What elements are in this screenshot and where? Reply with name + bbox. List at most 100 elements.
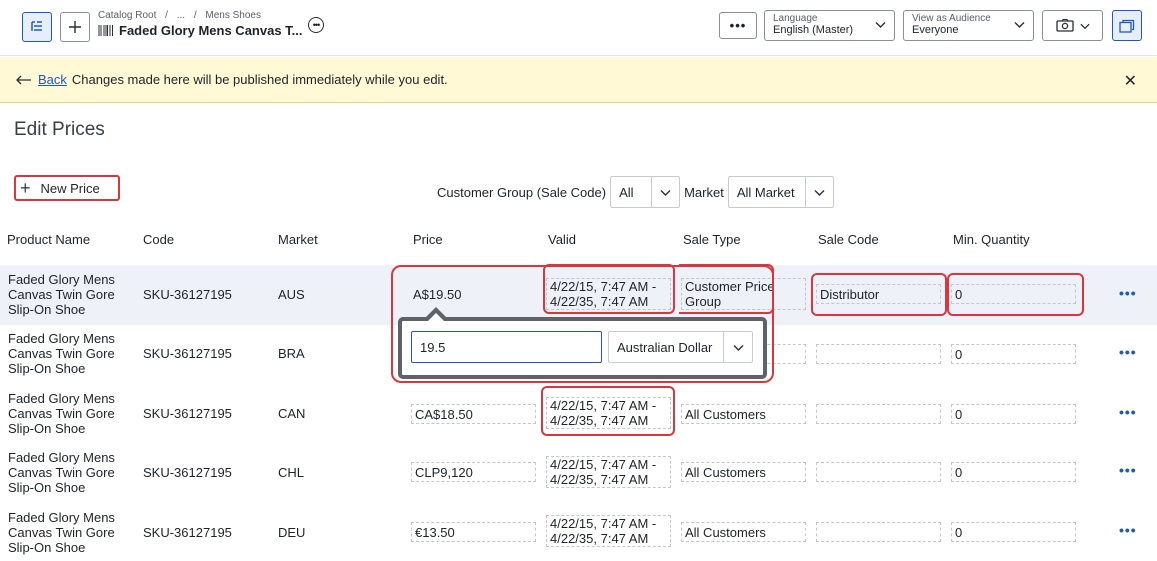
back-link[interactable]: Back [38, 72, 67, 87]
table-row[interactable]: Faded Glory Mens Canvas Twin Gore Slip-O… [0, 384, 1157, 444]
column-header-price[interactable]: Price [413, 232, 443, 247]
close-icon[interactable]: ✕ [1124, 71, 1137, 91]
price-field[interactable]: CLP9,120 [411, 462, 536, 482]
chevron-down-icon [875, 22, 886, 28]
product-name: Faded Glory Mens Canvas Twin Gore Slip-O… [8, 510, 115, 555]
sale-code-field[interactable]: Distributor [816, 284, 941, 304]
copy-button[interactable] [1112, 10, 1142, 41]
top-header: Catalog Root / ... / Mens Shoes Faded Gl… [0, 0, 1157, 56]
market-label: Market [684, 184, 724, 200]
sale-type-field[interactable]: All Customers [681, 404, 806, 424]
column-header-market[interactable]: Market [278, 232, 318, 247]
product-name: Faded Glory Mens Canvas Twin Gore Slip-O… [8, 450, 115, 495]
currency-value: Australian Dollar [617, 339, 713, 355]
valid-from: 4/22/15, 7:47 AM - [550, 516, 657, 531]
min-quantity-field[interactable]: 0 [951, 462, 1076, 482]
valid-from: 4/22/15, 7:47 AM - [550, 398, 657, 413]
valid-range-field[interactable]: 4/22/15, 7:47 AM - 4/22/35, 7:47 AM [546, 456, 671, 488]
publish-warning-banner: Back Changes made here will be published… [0, 57, 1157, 103]
valid-to: 4/22/35, 7:47 AM [550, 413, 649, 428]
market-code: AUS [278, 287, 305, 302]
column-header-product-name[interactable]: Product Name [7, 232, 90, 247]
column-header-valid[interactable]: Valid [548, 232, 576, 247]
language-select[interactable]: Language English (Master) [764, 10, 895, 41]
min-quantity-field[interactable]: 0 [951, 344, 1076, 364]
min-quantity-field[interactable]: 0 [951, 404, 1076, 424]
preview-button[interactable] [1042, 10, 1103, 41]
table-row[interactable]: Faded Glory Mens Canvas Twin Gore Slip-O… [0, 503, 1157, 561]
more-actions-button[interactable]: ••• [719, 12, 757, 39]
new-price-label: New Price [40, 180, 100, 196]
chevron-down-icon [723, 332, 752, 362]
column-header-min-quantity[interactable]: Min. Quantity [953, 232, 1030, 247]
market-select[interactable]: All Market [727, 176, 834, 208]
valid-to: 4/22/35, 7:47 AM [550, 294, 649, 309]
product-code: SKU-36127195 [143, 406, 232, 421]
price-edit-popover: Australian Dollar [398, 307, 767, 379]
min-quantity-field[interactable]: 0 [951, 284, 1076, 304]
add-button[interactable] [60, 12, 90, 42]
barcode-icon [98, 25, 113, 36]
table-row[interactable]: Faded Glory Mens Canvas Twin Gore Slip-O… [0, 265, 1157, 325]
row-menu-icon[interactable]: ••• [1119, 522, 1137, 538]
chevron-down-icon [651, 177, 679, 207]
sale-type-field[interactable]: Customer Price Group [681, 278, 806, 310]
customer-group-select[interactable]: All [610, 176, 681, 208]
market-code: CAN [278, 406, 306, 421]
new-price-button[interactable]: + New Price [14, 175, 120, 201]
sale-code-field[interactable] [816, 462, 941, 482]
breadcrumb-sep: / [165, 10, 168, 21]
price-field[interactable]: CA$18.50 [411, 404, 536, 424]
price-value[interactable]: A$19.50 [413, 287, 461, 302]
row-menu-icon[interactable]: ••• [1119, 285, 1137, 301]
market-value: All Market [736, 184, 795, 200]
row-menu-icon[interactable]: ••• [1119, 344, 1137, 360]
sale-type-field[interactable]: All Customers [681, 462, 806, 482]
row-menu-icon[interactable]: ••• [1119, 462, 1137, 478]
sale-code-field[interactable] [816, 404, 941, 424]
product-code: SKU-36127195 [143, 525, 232, 540]
market-code: DEU [278, 525, 306, 540]
market-code: CHL [278, 465, 305, 480]
column-header-sale-type[interactable]: Sale Type [683, 232, 741, 247]
valid-range-field[interactable]: 4/22/15, 7:47 AM - 4/22/35, 7:47 AM [546, 397, 671, 429]
language-label: Language [773, 13, 818, 24]
product-code: SKU-36127195 [143, 465, 232, 480]
product-more-icon[interactable]: ••• [308, 17, 324, 33]
min-quantity-field[interactable]: 0 [951, 522, 1076, 542]
audience-value: Everyone [912, 24, 959, 36]
banner-message: Changes made here will be published imme… [71, 72, 448, 87]
product-code: SKU-36127195 [143, 287, 232, 302]
table-row[interactable]: Faded Glory Mens Canvas Twin Gore Slip-O… [0, 443, 1157, 503]
price-field[interactable]: €13.50 [411, 522, 536, 542]
column-header-sale-code[interactable]: Sale Code [818, 232, 879, 247]
breadcrumb-catalog-root[interactable]: Catalog Root [98, 10, 156, 21]
sale-code-field[interactable] [816, 522, 941, 542]
tree-view-button[interactable] [22, 12, 52, 42]
language-value: English (Master) [773, 24, 854, 36]
sale-code-field[interactable] [816, 344, 941, 364]
price-amount-input[interactable] [411, 331, 602, 363]
audience-select[interactable]: View as Audience Everyone [903, 10, 1034, 41]
currency-select[interactable]: Australian Dollar [608, 331, 753, 363]
chevron-down-icon [804, 177, 833, 207]
product-name: Faded Glory Mens Canvas Twin Gore Slip-O… [8, 391, 115, 436]
product-name: Faded Glory Mens Canvas Twin Gore Slip-O… [8, 272, 115, 317]
valid-from: 4/22/15, 7:47 AM - [550, 279, 657, 294]
sale-type-field[interactable]: All Customers [681, 522, 806, 542]
popover-arrow-inner [427, 313, 445, 322]
valid-to: 4/22/35, 7:47 AM [550, 531, 649, 546]
valid-from: 4/22/15, 7:47 AM - [550, 457, 657, 472]
valid-to: 4/22/35, 7:47 AM [550, 472, 649, 487]
page-title: Edit Prices [14, 119, 105, 140]
column-header-code[interactable]: Code [143, 232, 174, 247]
row-menu-icon[interactable]: ••• [1119, 404, 1137, 420]
valid-range-field[interactable]: 4/22/15, 7:47 AM - 4/22/35, 7:47 AM [546, 515, 671, 547]
valid-range-field[interactable]: 4/22/15, 7:47 AM - 4/22/35, 7:47 AM [546, 278, 671, 310]
breadcrumb-mens-shoes[interactable]: Mens Shoes [205, 10, 261, 21]
copy-icon [1119, 19, 1135, 33]
chevron-down-icon [1079, 23, 1090, 29]
product-code: SKU-36127195 [143, 346, 232, 361]
breadcrumb-ellipsis[interactable]: ... [177, 10, 185, 21]
plus-icon [69, 21, 81, 33]
